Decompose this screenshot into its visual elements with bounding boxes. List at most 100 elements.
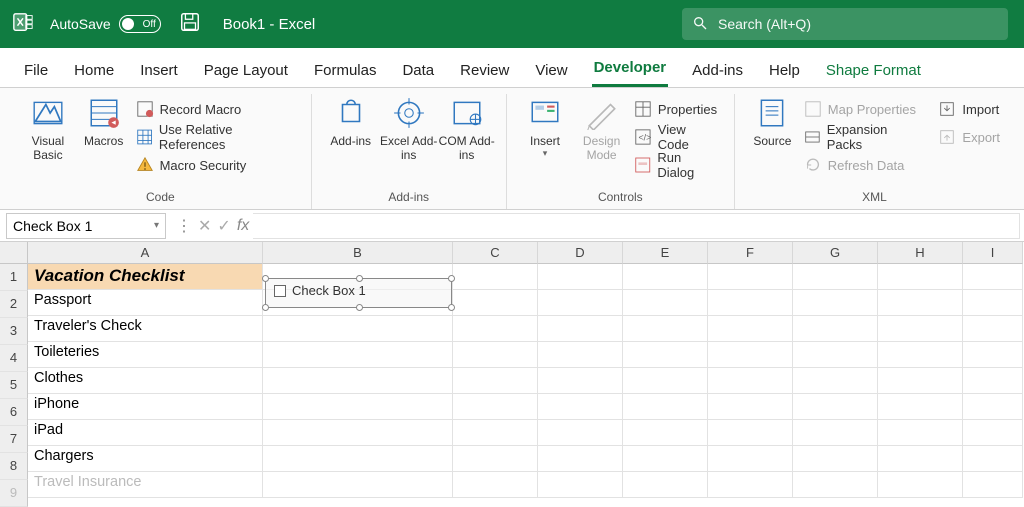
tab-shape-format[interactable]: Shape Format xyxy=(824,54,923,87)
refresh-data-button[interactable]: Refresh Data xyxy=(800,152,925,178)
cell[interactable] xyxy=(263,368,453,394)
cancel-icon[interactable]: ✕ xyxy=(198,216,211,236)
col-header[interactable]: I xyxy=(963,242,1023,264)
cell[interactable] xyxy=(963,446,1023,472)
cell[interactable] xyxy=(878,316,963,342)
cell[interactable] xyxy=(623,394,708,420)
tab-developer[interactable]: Developer xyxy=(592,51,669,87)
cell-a7[interactable]: iPad xyxy=(28,420,263,446)
col-header[interactable]: H xyxy=(878,242,963,264)
cell[interactable] xyxy=(793,264,878,290)
use-relative-refs-button[interactable]: Use Relative References xyxy=(132,124,301,150)
cell[interactable] xyxy=(708,394,793,420)
save-icon[interactable] xyxy=(171,11,201,38)
menu-dots-icon[interactable]: ⋮ xyxy=(176,216,192,236)
excel-addins-button[interactable]: Excel Add-ins xyxy=(380,94,438,187)
select-all-corner[interactable] xyxy=(0,242,28,264)
col-header[interactable]: A xyxy=(28,242,263,264)
tab-data[interactable]: Data xyxy=(400,54,436,87)
cell[interactable] xyxy=(793,342,878,368)
name-box[interactable]: Check Box 1 ▾ xyxy=(6,213,166,239)
record-macro-button[interactable]: Record Macro xyxy=(132,96,301,122)
row-header[interactable]: 3 xyxy=(0,318,28,345)
addins-button[interactable]: Add-ins xyxy=(322,94,380,187)
cell[interactable] xyxy=(963,316,1023,342)
cell-a4[interactable]: Toileteries xyxy=(28,342,263,368)
cell[interactable] xyxy=(793,420,878,446)
cell[interactable] xyxy=(963,342,1023,368)
cell[interactable] xyxy=(623,316,708,342)
col-header[interactable]: F xyxy=(708,242,793,264)
autosave-toggle[interactable]: Off xyxy=(119,15,161,33)
checkbox-icon[interactable] xyxy=(274,285,286,297)
cell[interactable] xyxy=(263,420,453,446)
design-mode-button[interactable]: Design Mode xyxy=(573,94,630,187)
cell[interactable] xyxy=(453,290,538,316)
cell[interactable] xyxy=(538,264,623,290)
cell[interactable] xyxy=(878,368,963,394)
cell[interactable] xyxy=(263,472,453,498)
macros-button[interactable]: Macros xyxy=(76,94,132,187)
cell[interactable] xyxy=(538,316,623,342)
cell[interactable] xyxy=(793,394,878,420)
col-header[interactable]: D xyxy=(538,242,623,264)
cell[interactable] xyxy=(623,264,708,290)
cell[interactable] xyxy=(538,420,623,446)
row-header[interactable]: 9 xyxy=(0,480,28,507)
cell[interactable] xyxy=(623,446,708,472)
fx-icon[interactable]: fx xyxy=(237,217,249,235)
cell-a8[interactable]: Chargers xyxy=(28,446,263,472)
cell[interactable] xyxy=(793,316,878,342)
cell[interactable] xyxy=(538,472,623,498)
cell[interactable] xyxy=(708,446,793,472)
cell[interactable] xyxy=(963,472,1023,498)
cell[interactable] xyxy=(708,264,793,290)
cell[interactable] xyxy=(623,472,708,498)
cell[interactable] xyxy=(793,368,878,394)
cell[interactable] xyxy=(263,446,453,472)
cell[interactable] xyxy=(263,316,453,342)
cell[interactable] xyxy=(878,264,963,290)
cell-a3[interactable]: Traveler's Check xyxy=(28,316,263,342)
cell[interactable] xyxy=(538,342,623,368)
cell[interactable] xyxy=(708,472,793,498)
cell[interactable] xyxy=(708,342,793,368)
cell-a2[interactable]: Passport xyxy=(28,290,263,316)
cell[interactable] xyxy=(538,290,623,316)
cell-a1[interactable]: Vacation Checklist xyxy=(28,264,263,290)
cell[interactable] xyxy=(453,446,538,472)
cell[interactable] xyxy=(623,368,708,394)
cell[interactable] xyxy=(263,394,453,420)
tab-formulas[interactable]: Formulas xyxy=(312,54,379,87)
export-button[interactable]: Export xyxy=(934,124,1004,150)
col-header[interactable]: C xyxy=(453,242,538,264)
cell[interactable] xyxy=(878,394,963,420)
cell[interactable] xyxy=(878,472,963,498)
cell[interactable] xyxy=(793,472,878,498)
cell[interactable] xyxy=(263,342,453,368)
cell[interactable] xyxy=(708,368,793,394)
cell[interactable] xyxy=(623,290,708,316)
cell[interactable] xyxy=(453,472,538,498)
properties-button[interactable]: Properties xyxy=(630,96,724,122)
tab-file[interactable]: File xyxy=(22,54,50,87)
cell[interactable] xyxy=(963,264,1023,290)
row-header[interactable]: 7 xyxy=(0,426,28,453)
row-header[interactable]: 4 xyxy=(0,345,28,372)
cell[interactable] xyxy=(453,394,538,420)
cell[interactable] xyxy=(708,290,793,316)
cell[interactable] xyxy=(878,446,963,472)
cell[interactable] xyxy=(453,342,538,368)
cell[interactable] xyxy=(963,290,1023,316)
cell[interactable] xyxy=(623,342,708,368)
tab-review[interactable]: Review xyxy=(458,54,511,87)
cell[interactable] xyxy=(538,368,623,394)
com-addins-button[interactable]: COM Add-ins xyxy=(438,94,496,187)
row-header[interactable]: 6 xyxy=(0,399,28,426)
run-dialog-button[interactable]: Run Dialog xyxy=(630,152,724,178)
cell[interactable] xyxy=(793,446,878,472)
cell[interactable] xyxy=(963,368,1023,394)
cell-a6[interactable]: iPhone xyxy=(28,394,263,420)
expansion-packs-button[interactable]: Expansion Packs xyxy=(800,124,925,150)
tab-view[interactable]: View xyxy=(533,54,569,87)
